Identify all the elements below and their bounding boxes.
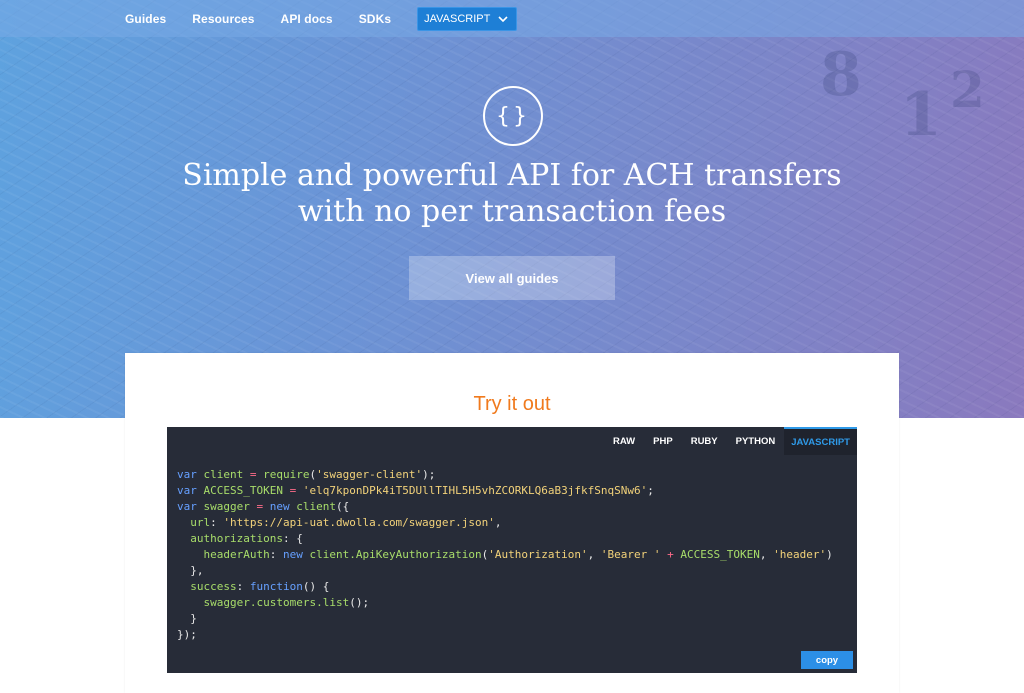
code-line: swagger.customers.list(); (203, 596, 370, 609)
tab-ruby[interactable]: RUBY (682, 427, 727, 455)
code-line: authorizations: { (190, 532, 303, 545)
nav-item-resources[interactable]: Resources (192, 12, 254, 26)
nav-item-api-docs[interactable]: API docs (281, 12, 333, 26)
curly-braces-icon: {} (483, 86, 543, 146)
nav-item-sdks[interactable]: SDKs (359, 12, 391, 26)
chevron-down-icon (498, 15, 508, 22)
code-snippet[interactable]: var client = require('swagger-client'); v… (177, 467, 847, 643)
tab-javascript[interactable]: JAVASCRIPT (784, 427, 857, 455)
code-line: var swagger = new client({ (177, 500, 350, 513)
hero-title: Simple and powerful API for ACH transfer… (0, 158, 1024, 230)
code-panel: RAW PHP RUBY PYTHON JAVASCRIPT var clien… (167, 427, 857, 673)
code-line: var client = require('swagger-client'); (177, 468, 436, 481)
try-it-out-title: Try it out (473, 393, 551, 415)
copy-button[interactable]: copy (801, 651, 853, 669)
code-line: headerAuth: new client.ApiKeyAuthorizati… (203, 548, 833, 561)
view-all-guides-button[interactable]: View all guides (409, 256, 615, 300)
background-decoration: 8 (820, 40, 862, 110)
language-select[interactable]: JAVASCRIPT (417, 6, 518, 31)
hero-title-line-2: with no per transaction fees (297, 194, 727, 229)
hero-title-line-1: Simple and powerful API for ACH transfer… (182, 158, 842, 193)
nav-item-guides[interactable]: Guides (125, 12, 166, 26)
code-line: }); (177, 628, 197, 641)
code-line: url: 'https://api-uat.dwolla.com/swagger… (190, 516, 502, 529)
top-navigation: Guides Resources API docs SDKs JAVASCRIP… (0, 0, 1024, 37)
code-line: }, (177, 564, 204, 577)
tab-php[interactable]: PHP (644, 427, 682, 455)
code-language-tabs: RAW PHP RUBY PYTHON JAVASCRIPT (604, 427, 857, 455)
curly-braces-glyph: {} (496, 103, 530, 129)
tab-python[interactable]: PYTHON (727, 427, 785, 455)
background-decoration: 1 (900, 80, 942, 150)
code-line: } (177, 612, 197, 625)
tab-raw[interactable]: RAW (604, 427, 644, 455)
try-it-out-card: Try it out RAW PHP RUBY PYTHON JAVASCRIP… (125, 353, 899, 693)
code-line: success: function() { (190, 580, 330, 593)
language-select-value: JAVASCRIPT (424, 12, 491, 25)
background-decoration: 2 (950, 60, 985, 119)
code-line: var ACCESS_TOKEN = 'elq7kponDPk4iT5DUllT… (177, 484, 654, 497)
